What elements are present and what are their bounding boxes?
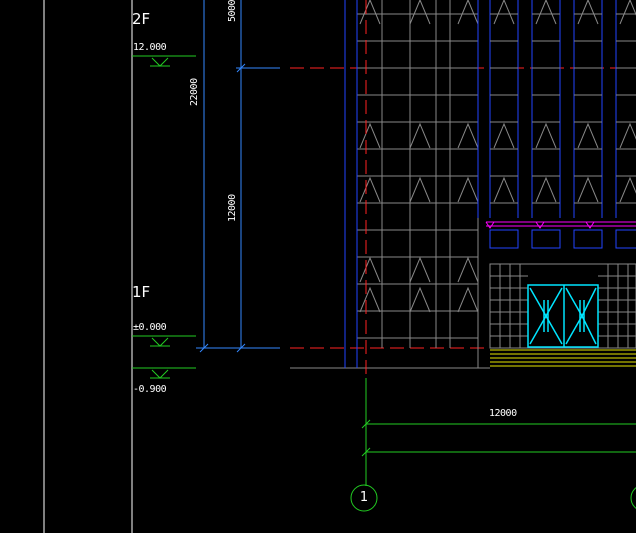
grid-axis-bubble-next[interactable]	[630, 485, 636, 511]
facade-triangle	[409, 176, 431, 203]
facade-triangle	[577, 122, 599, 149]
facade-triangle	[409, 256, 431, 283]
facade-triangle	[577, 0, 599, 25]
elevation-2f: 12.000	[133, 42, 167, 53]
level-marker-2f	[132, 55, 196, 67]
canopy-box	[489, 229, 519, 249]
facade-triangle	[457, 122, 479, 149]
level-label-2f: 2F	[132, 10, 151, 28]
dimension-line-horizontal	[361, 378, 636, 486]
facade-triangle	[409, 122, 431, 149]
dimension-overall-height: 22000	[189, 78, 200, 106]
canopy-box	[531, 229, 561, 249]
facade-triangle	[493, 0, 515, 25]
grid-axis-label: 1	[359, 490, 369, 505]
dimension-lines-vertical	[196, 0, 280, 353]
facade-triangle	[359, 122, 381, 149]
level-label-1f: 1F	[132, 283, 151, 301]
facade-triangle	[577, 176, 599, 203]
level-marker-1f	[132, 335, 196, 347]
facade-triangle	[619, 0, 636, 25]
storefront-frame	[489, 263, 636, 349]
cad-drawing-canvas[interactable]	[0, 0, 636, 533]
level-marker-ground	[132, 367, 196, 379]
facade-triangle	[359, 286, 381, 313]
facade-triangle	[409, 286, 431, 313]
facade-triangle	[535, 176, 557, 203]
facade-triangle	[619, 122, 636, 149]
column-lines	[344, 0, 358, 368]
facade-triangle	[457, 176, 479, 203]
dimension-axis-span: 12000	[489, 408, 517, 419]
facade-triangle	[457, 0, 479, 25]
facade-triangle	[359, 176, 381, 203]
facade-triangle	[359, 0, 381, 25]
facade-triangle	[409, 0, 431, 25]
facade-wall-left	[356, 0, 479, 348]
facade-triangle	[457, 286, 479, 313]
facade-triangle	[493, 176, 515, 203]
canopy-box	[615, 229, 636, 249]
facade-triangle	[535, 0, 557, 25]
entrance-door	[527, 284, 599, 348]
elevation-ground: -0.900	[133, 384, 167, 395]
canopy-box	[573, 229, 603, 249]
elevation-1f: ±0.000	[133, 322, 167, 333]
facade-triangle	[619, 176, 636, 203]
facade-triangle	[535, 122, 557, 149]
dimension-upper-segment: 5000	[227, 0, 238, 22]
facade-wall-right	[477, 0, 636, 368]
entrance-steps	[490, 349, 636, 367]
facade-triangle	[457, 256, 479, 283]
entrance-canopy	[485, 221, 636, 229]
facade-triangle	[359, 256, 381, 283]
facade-triangle	[493, 122, 515, 149]
dimension-lower-segment: 12000	[227, 194, 238, 222]
